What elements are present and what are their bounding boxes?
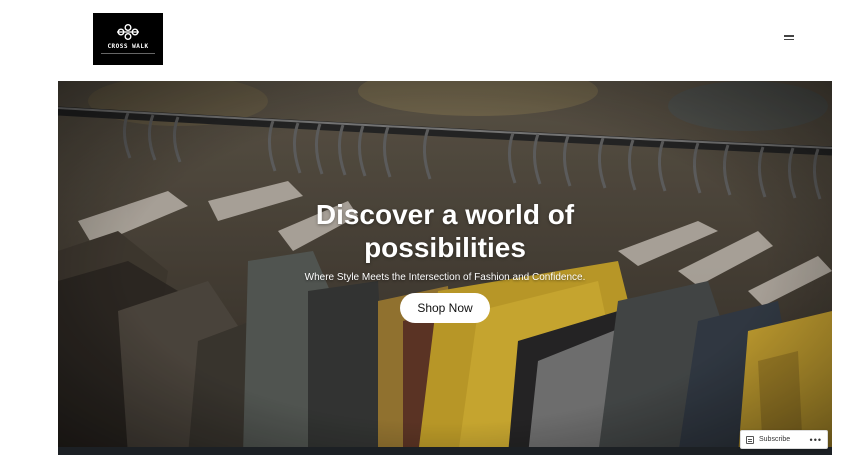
logo-text: CROSS WALK — [107, 43, 149, 50]
subscribe-widget[interactable]: Subscribe ••• — [740, 430, 828, 449]
subscribe-reader-icon — [746, 435, 754, 444]
hero-subtitle: Where Style Meets the Intersection of Fa… — [304, 272, 586, 283]
hero-content: Discover a world of possibilities Where … — [58, 198, 832, 323]
hero-title: Discover a world of possibilities — [315, 199, 575, 263]
crosswalk-logo-icon — [117, 24, 139, 40]
site-logo[interactable]: CROSS WALK — [93, 13, 163, 65]
page: CROSS WALK Discover a world of possibili… — [0, 0, 868, 461]
logo-tagline-line — [101, 53, 155, 54]
hero-bottom-bar — [58, 447, 832, 455]
hero-banner: Discover a world of possibilities Where … — [58, 81, 832, 455]
subscribe-label[interactable]: Subscribe — [759, 436, 810, 443]
hamburger-menu-icon[interactable] — [782, 33, 796, 43]
more-options-icon[interactable]: ••• — [810, 435, 822, 445]
shop-now-button[interactable]: Shop Now — [400, 293, 490, 323]
